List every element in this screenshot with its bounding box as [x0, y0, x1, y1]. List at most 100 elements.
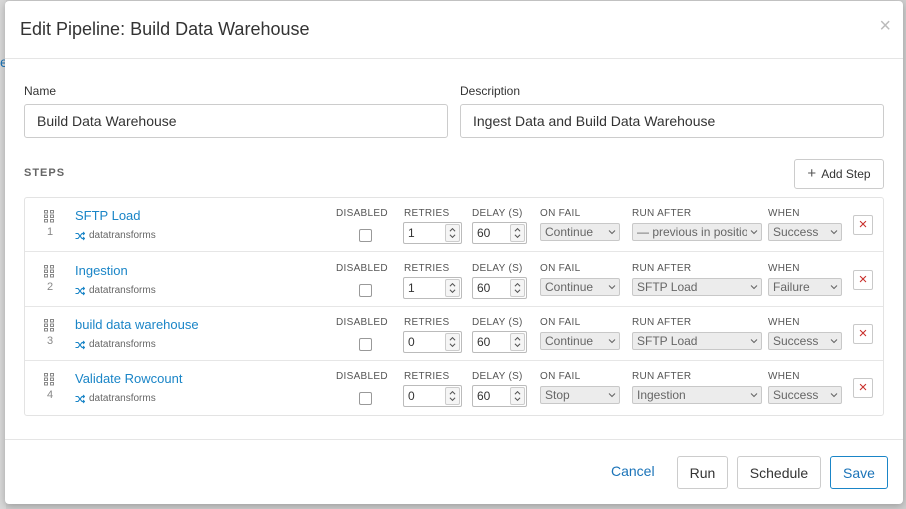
drag-handle-icon[interactable] [43, 318, 55, 332]
add-step-button[interactable]: + Add Step [794, 159, 884, 189]
on-fail-value: Stop [545, 388, 570, 402]
step-row-4: 4 Validate Rowcount datatransforms DISAB… [25, 361, 883, 415]
remove-step-button[interactable]: × [853, 324, 873, 344]
add-step-label: Add Step [821, 167, 871, 181]
on-fail-select[interactable]: Continue [540, 278, 620, 296]
delay-stepper[interactable]: 60 [472, 331, 527, 353]
steps-heading: STEPS [24, 167, 66, 179]
step-name-link[interactable]: Ingestion [75, 263, 128, 278]
delay-stepper[interactable]: 60 [472, 385, 527, 407]
run-button[interactable]: Run [677, 456, 728, 489]
delay-column-label: DELAY (S) [472, 208, 523, 219]
retries-stepper[interactable]: 1 [403, 277, 462, 299]
shuffle-icon [75, 394, 85, 403]
step-row-1: 1 SFTP Load datatransforms DISABLED RETR… [25, 198, 883, 252]
step-source: datatransforms [75, 339, 156, 350]
when-column-label: WHEN [768, 317, 800, 328]
up-down-arrows-icon[interactable] [445, 387, 460, 405]
run-after-select[interactable]: SFTP Load [632, 332, 762, 350]
modal-header: Edit Pipeline: Build Data Warehouse × [5, 1, 903, 59]
chevron-down-icon [830, 230, 838, 235]
run-after-value: SFTP Load [637, 334, 698, 348]
shuffle-icon [75, 231, 85, 240]
disabled-column-label: DISABLED [336, 263, 388, 274]
on-fail-column-label: ON FAIL [540, 263, 581, 274]
up-down-arrows-icon[interactable] [445, 224, 460, 242]
modal-title: Edit Pipeline: Build Data Warehouse [20, 19, 310, 39]
remove-step-button[interactable]: × [853, 378, 873, 398]
disabled-checkbox[interactable] [359, 338, 372, 351]
when-column-label: WHEN [768, 208, 800, 219]
when-select[interactable]: Failure [768, 278, 842, 296]
steps-list: 1 SFTP Load datatransforms DISABLED RETR… [24, 197, 884, 416]
run-after-select[interactable]: — previous in position — [632, 223, 762, 241]
schedule-button[interactable]: Schedule [737, 456, 821, 489]
delay-value: 60 [477, 389, 491, 403]
disabled-checkbox[interactable] [359, 229, 372, 242]
shuffle-icon [75, 340, 85, 349]
retries-value: 1 [408, 226, 415, 240]
chevron-down-icon [750, 393, 758, 398]
up-down-arrows-icon[interactable] [445, 279, 460, 297]
on-fail-select[interactable]: Stop [540, 386, 620, 404]
shuffle-icon [75, 286, 85, 295]
chevron-down-icon [830, 339, 838, 344]
when-value: Success [773, 225, 819, 239]
up-down-arrows-icon[interactable] [510, 387, 525, 405]
delay-value: 60 [477, 335, 491, 349]
disabled-checkbox[interactable] [359, 284, 372, 297]
edit-pipeline-modal: Edit Pipeline: Build Data Warehouse × Na… [5, 1, 903, 504]
retries-stepper[interactable]: 0 [403, 385, 462, 407]
drag-handle-icon[interactable] [43, 264, 55, 278]
on-fail-value: Continue [545, 334, 594, 348]
up-down-arrows-icon[interactable] [510, 279, 525, 297]
when-column-label: WHEN [768, 263, 800, 274]
close-icon[interactable]: × [879, 14, 891, 38]
step-number: 1 [47, 226, 54, 238]
disabled-checkbox[interactable] [359, 392, 372, 405]
when-select[interactable]: Success [768, 332, 842, 350]
close-icon: × [858, 216, 868, 233]
delay-value: 60 [477, 226, 491, 240]
description-input[interactable]: Ingest Data and Build Data Warehouse [460, 104, 884, 138]
delay-stepper[interactable]: 60 [472, 277, 527, 299]
description-label: Description [460, 84, 521, 98]
run-after-select[interactable]: SFTP Load [632, 278, 762, 296]
when-column-label: WHEN [768, 371, 800, 382]
delay-stepper[interactable]: 60 [472, 222, 527, 244]
run-after-column-label: RUN AFTER [632, 208, 692, 219]
retries-stepper[interactable]: 1 [403, 222, 462, 244]
chevron-down-icon [750, 285, 758, 290]
chevron-down-icon [830, 285, 838, 290]
cancel-button[interactable]: Cancel [611, 463, 655, 479]
on-fail-column-label: ON FAIL [540, 317, 581, 328]
name-input[interactable]: Build Data Warehouse [24, 104, 448, 138]
run-after-value: SFTP Load [637, 280, 698, 294]
save-button[interactable]: Save [830, 456, 888, 489]
up-down-arrows-icon[interactable] [445, 333, 460, 351]
when-select[interactable]: Success [768, 386, 842, 404]
delay-column-label: DELAY (S) [472, 371, 523, 382]
step-name-link[interactable]: Validate Rowcount [75, 371, 182, 386]
remove-step-button[interactable]: × [853, 270, 873, 290]
name-label: Name [24, 84, 57, 98]
step-name-link[interactable]: build data warehouse [75, 317, 199, 332]
step-source-label: datatransforms [89, 230, 156, 241]
delay-column-label: DELAY (S) [472, 263, 523, 274]
step-name-link[interactable]: SFTP Load [75, 208, 141, 223]
when-select[interactable]: Success [768, 223, 842, 241]
run-after-select[interactable]: Ingestion [632, 386, 762, 404]
up-down-arrows-icon[interactable] [510, 333, 525, 351]
remove-step-button[interactable]: × [853, 215, 873, 235]
on-fail-select[interactable]: Continue [540, 332, 620, 350]
drag-handle-icon[interactable] [43, 372, 55, 386]
chevron-down-icon [608, 285, 616, 290]
retries-stepper[interactable]: 0 [403, 331, 462, 353]
close-icon: × [858, 379, 868, 396]
close-icon: × [858, 271, 868, 288]
retries-column-label: RETRIES [404, 263, 450, 274]
drag-handle-icon[interactable] [43, 209, 55, 223]
up-down-arrows-icon[interactable] [510, 224, 525, 242]
on-fail-select[interactable]: Continue [540, 223, 620, 241]
run-after-value: — previous in position — [637, 225, 747, 239]
